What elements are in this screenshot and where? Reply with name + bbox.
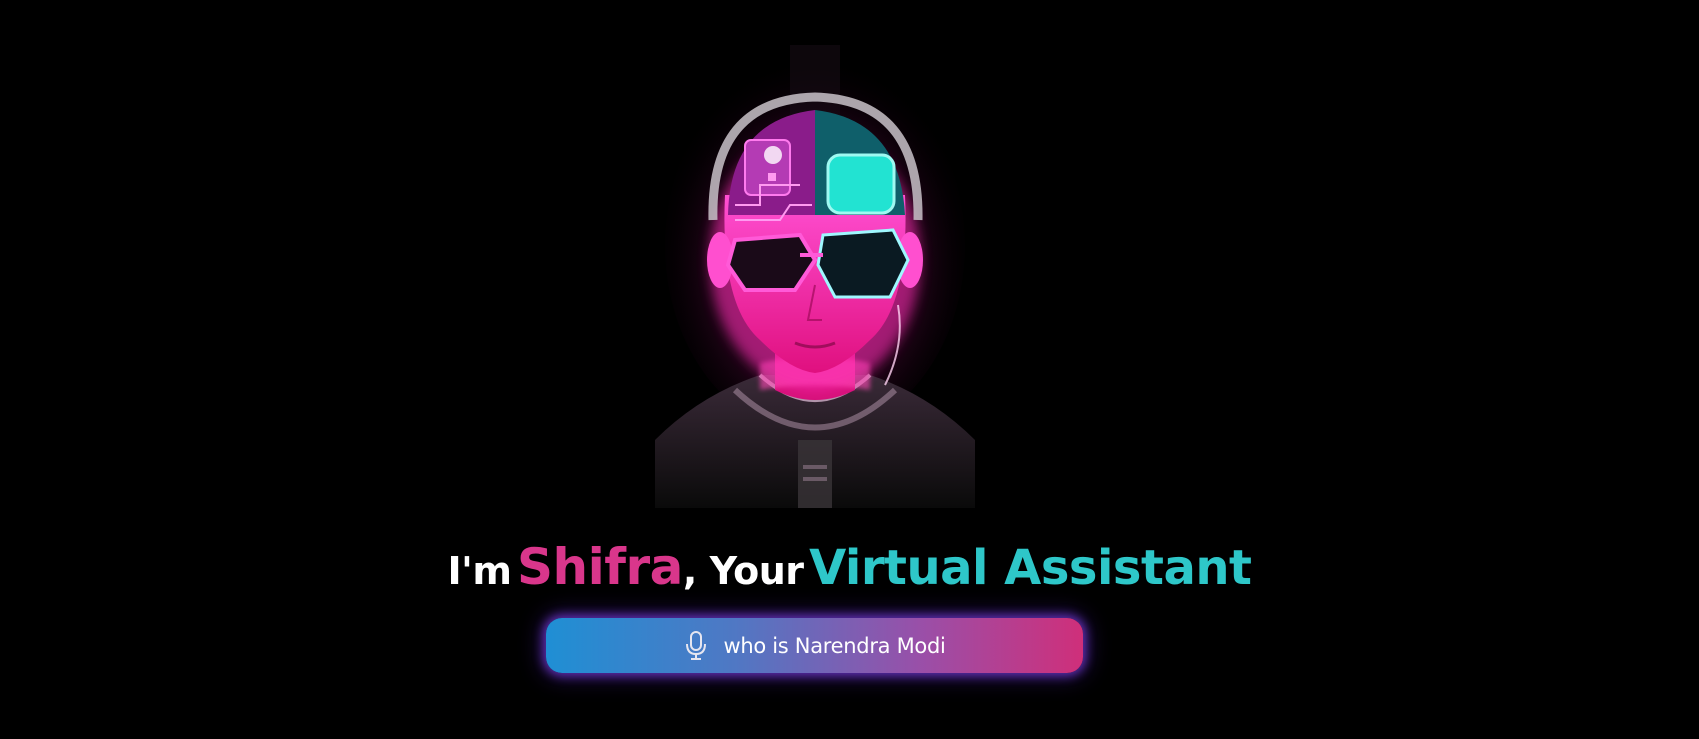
microphone-icon	[683, 630, 709, 661]
assistant-name: Shifra	[517, 538, 683, 596]
headline-intro: I'm	[447, 549, 512, 593]
voice-command-button[interactable]: who is Narendra Modi	[546, 618, 1083, 673]
assistant-page: I'm Shifra, Your Virtual Assistant who i…	[0, 0, 1699, 739]
headline-separator: , Your	[682, 549, 804, 593]
assistant-headline: I'm Shifra, Your Virtual Assistant	[0, 533, 1699, 613]
assistant-avatar	[640, 45, 990, 508]
assistant-role: Virtual Assistant	[809, 540, 1252, 596]
voice-command-text: who is Narendra Modi	[723, 633, 946, 658]
